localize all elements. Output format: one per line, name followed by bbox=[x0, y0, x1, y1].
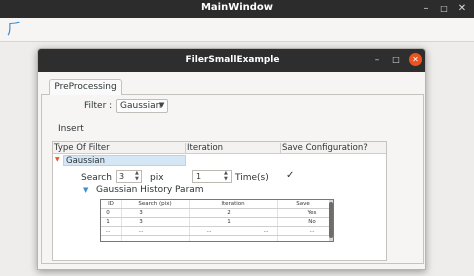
search-spinbox-value: 3 bbox=[119, 172, 125, 181]
minimize-icon[interactable]: – bbox=[419, 2, 433, 16]
history-cell: 3 bbox=[139, 219, 143, 225]
close-icon[interactable]: ✕ bbox=[455, 2, 469, 16]
history-cell: ... bbox=[309, 228, 315, 234]
maximize-icon[interactable]: □ bbox=[437, 2, 451, 16]
save-configuration-checkbox[interactable]: ✓ bbox=[286, 170, 294, 181]
tab-preprocessing[interactable]: PreProcessing bbox=[49, 79, 122, 95]
history-header-save: Save bbox=[296, 201, 310, 207]
column-header-type[interactable]: Type Of Filter bbox=[53, 143, 186, 154]
history-cell: ... bbox=[105, 228, 111, 234]
search-spinbox[interactable]: 3 ▲ ▼ bbox=[116, 170, 142, 183]
history-header-id: ID bbox=[108, 201, 114, 207]
history-cell: 0 bbox=[106, 210, 110, 216]
history-table[interactable]: ID Search (pix) Iteration Save 0 3 2 Yes… bbox=[100, 199, 334, 242]
dialog-maximize-icon[interactable]: □ bbox=[390, 54, 402, 66]
spin-down-icon[interactable]: ▼ bbox=[135, 176, 139, 182]
history-cell: 2 bbox=[227, 210, 231, 216]
dialog-minimize-icon[interactable]: – bbox=[371, 54, 383, 66]
filter-label: Filter : bbox=[84, 101, 113, 111]
times-label: Time(s) bbox=[235, 173, 269, 183]
history-header-search: Search (pix) bbox=[138, 201, 172, 207]
toolbar-action-icon[interactable]: ⺁ bbox=[7, 20, 22, 38]
history-cell: ... bbox=[263, 228, 269, 234]
scrollbar-thumb[interactable] bbox=[329, 202, 333, 238]
history-cell: 1 bbox=[227, 219, 231, 225]
filer-dialog: FilerSmallExample – □ ✕ PreProcessing Fi… bbox=[37, 48, 426, 270]
insert-button[interactable]: Insert bbox=[58, 124, 84, 134]
filter-select-value: Gaussian bbox=[120, 101, 162, 111]
history-cell: ... bbox=[138, 228, 144, 234]
expand-arrow-icon[interactable]: ▼ bbox=[55, 156, 60, 163]
history-cell: ... bbox=[206, 228, 212, 234]
history-cell: No bbox=[308, 219, 316, 225]
spin-down-icon[interactable]: ▼ bbox=[224, 176, 228, 182]
main-window-title: MainWindow bbox=[200, 2, 274, 13]
dialog-title: FilerSmallExample bbox=[185, 55, 280, 65]
history-scrollbar[interactable] bbox=[329, 200, 333, 241]
tree-item-gaussian[interactable]: Gaussian bbox=[63, 155, 186, 166]
pix-label: pix bbox=[150, 173, 164, 183]
iteration-spinbox-value: 1 bbox=[196, 172, 202, 181]
filter-tree[interactable]: Type Of Filter Iteration Save Configurat… bbox=[52, 141, 387, 261]
chevron-down-icon: ▼ bbox=[159, 101, 165, 109]
history-cell: 3 bbox=[139, 210, 143, 216]
tree-header: Type Of Filter Iteration Save Configurat… bbox=[53, 142, 386, 154]
main-toolbar bbox=[0, 18, 474, 42]
history-param-label: Gaussian History Param bbox=[96, 185, 204, 195]
iteration-spinbox[interactable]: 1 ▲ ▼ bbox=[192, 170, 232, 183]
tab-label: PreProcessing bbox=[54, 82, 117, 92]
history-cell: Yes bbox=[307, 210, 317, 216]
expand-arrow-icon[interactable]: ▼ bbox=[83, 186, 88, 194]
column-header-iteration[interactable]: Iteration bbox=[186, 143, 281, 154]
history-cell: 1 bbox=[106, 219, 110, 225]
tree-item-label: Gaussian bbox=[66, 156, 105, 166]
dialog-close-icon[interactable]: ✕ bbox=[409, 53, 422, 66]
row-divider bbox=[101, 235, 329, 236]
column-header-save[interactable]: Save Configuration? bbox=[281, 143, 386, 154]
filter-select[interactable]: Gaussian ▼ bbox=[116, 99, 168, 113]
history-header-iteration: Iteration bbox=[221, 201, 245, 207]
search-label: Search bbox=[81, 173, 112, 183]
